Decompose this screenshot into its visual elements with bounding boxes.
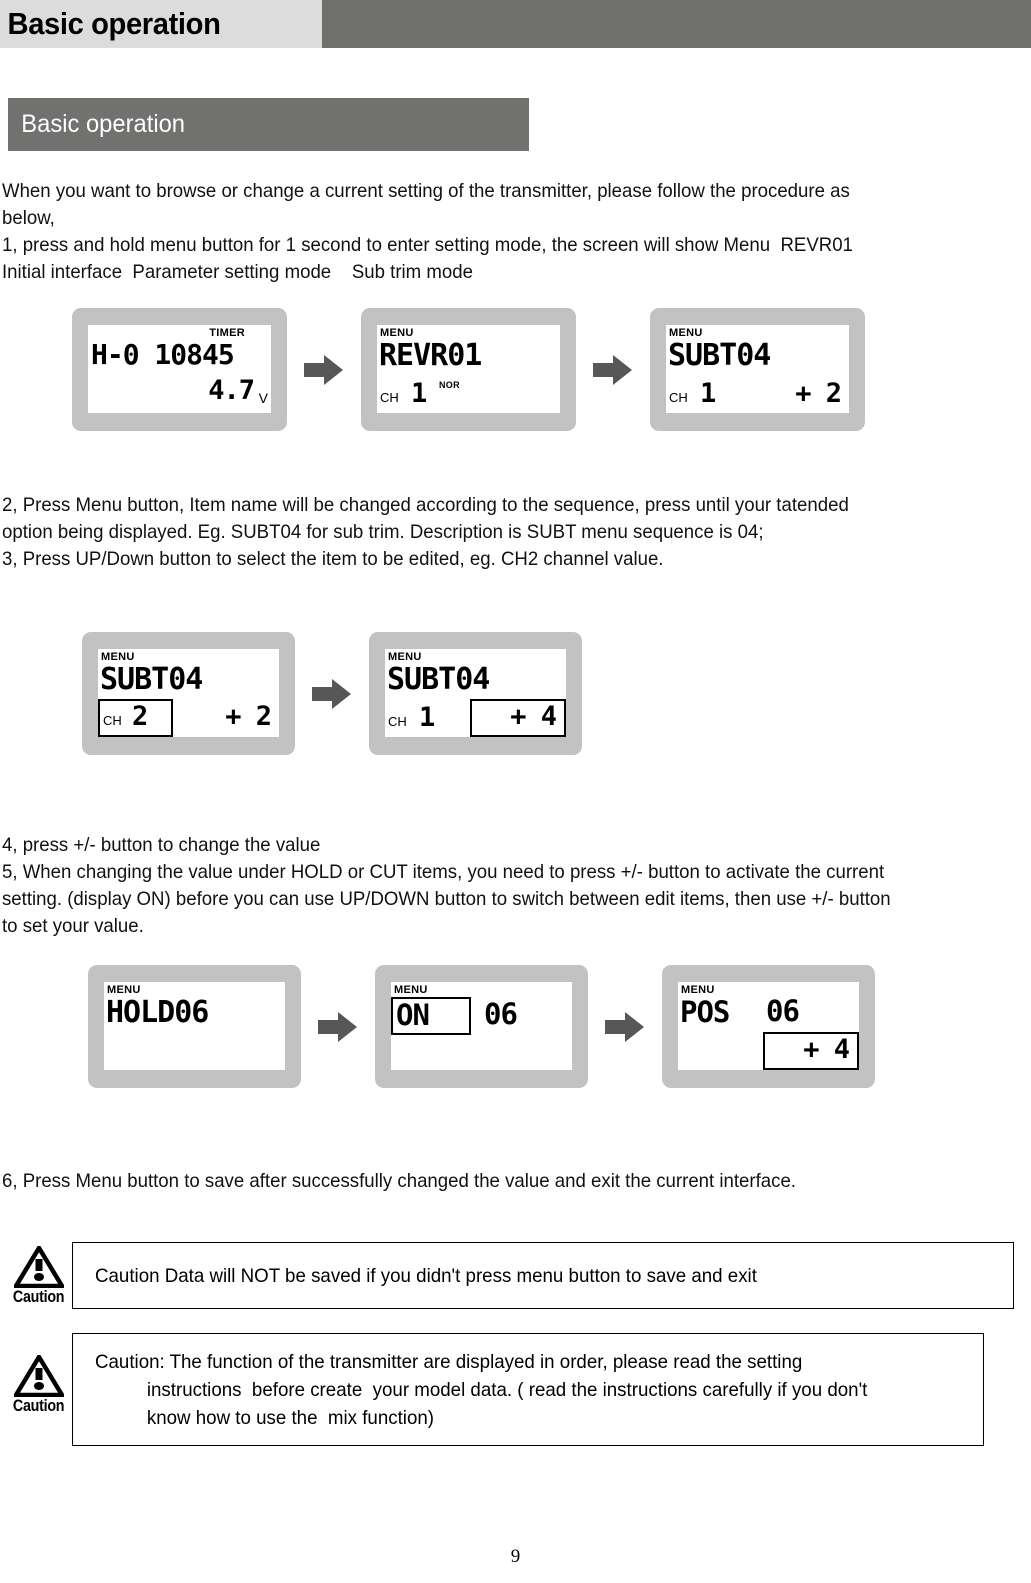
lcd-main-value-timer: H-0 10845 [91, 338, 235, 371]
page-number: 9 [510, 1546, 521, 1567]
warning-triangle-icon [14, 1246, 64, 1288]
lcd-menu-item-revr01: REVR01 [379, 338, 482, 373]
lcd-menu-item-subt04-a: SUBT04 [668, 338, 771, 373]
lcd-menu-item-hold06: HOLD06 [106, 995, 209, 1030]
right-arrow-icon [593, 354, 632, 385]
lcd-menu-number-on06: 06 [484, 997, 518, 1031]
page-title: Basic operation [7, 6, 221, 41]
step45-line-3: setting. (display ON) before you can use… [2, 888, 891, 910]
caution-save-line-1: Caution Data will NOT be saved if you di… [95, 1264, 757, 1287]
caution-text-box-save: Caution Data will NOT be saved if you di… [72, 1242, 1014, 1309]
caution-icon-group: Caution [6, 1242, 72, 1307]
step-6-paragraph: 6, Press Menu button to save after succe… [2, 1168, 976, 1195]
caution-text-order: Caution: The function of the transmitter… [95, 1348, 867, 1432]
lcd-menu-item-subt04-ch2: SUBT04 [100, 662, 203, 697]
caution-order-line-1: Caution: The function of the transmitter… [95, 1350, 803, 1373]
section-heading-bar: Basic operation [8, 98, 529, 151]
step23-line-2: option being displayed. Eg. SUBT04 for s… [2, 521, 764, 543]
lcd-device-subt04-a: MENU SUBT04 CH 1 + 2 [650, 308, 865, 431]
lcd-voltage-unit: V [258, 390, 268, 406]
caution-order-line-2: instructions before create your model da… [146, 1378, 868, 1401]
intro-line-4: Initial interface Parameter setting mode… [2, 261, 473, 283]
step45-line-4: to set your value. [2, 915, 144, 937]
lcd-mode-label-nor: NOR [439, 380, 460, 390]
lcd-menu-number-pos06: 06 [766, 994, 800, 1028]
caution-order-line-3: know how to use the mix function) [146, 1406, 435, 1429]
right-arrow-icon [304, 354, 343, 385]
lcd-device-hold06: MENU HOLD06 [88, 965, 301, 1088]
step-4-5-paragraph: 4, press +/- button to change the value … [2, 832, 976, 940]
arrow-gap-4 [301, 1011, 375, 1043]
intro-line-3: 1, press and hold menu button for 1 seco… [2, 234, 853, 256]
lcd-screen-subt04-ch2: MENU SUBT04 CH 2 + 2 [98, 649, 279, 737]
warning-triangle-icon [14, 1355, 64, 1397]
step45-line-2: 5, When changing the value under HOLD or… [2, 861, 885, 883]
lcd-device-on-06: MENU ON 06 [375, 965, 588, 1088]
step6-line-1: 6, Press Menu button to save after succe… [2, 1170, 796, 1192]
lcd-screen-hold06: MENU HOLD06 [104, 982, 285, 1070]
lcd-pos-value: + 4 [803, 1034, 850, 1065]
lcd-ch-label-subt04-a: CH [669, 390, 688, 405]
lcd-screen-subt04-a: MENU SUBT04 CH 1 + 2 [666, 325, 849, 413]
page-header-title-block: Basic operation [0, 0, 322, 48]
lcd-device-revr01: MENU REVR01 CH 1 NOR [361, 308, 576, 431]
lcd-ch-label-subt04-ch2: CH [103, 713, 122, 728]
lcd-device-pos-06: MENU POS 06 + 4 [662, 965, 875, 1088]
lcd-menu-item-pos: POS [680, 995, 730, 1029]
page-header-bar: Basic operation [0, 0, 1031, 48]
lcd-screen-pos-06: MENU POS 06 + 4 [678, 982, 859, 1070]
section-heading-label: Basic operation [21, 110, 186, 138]
caution-text-save: Caution Data will NOT be saved if you di… [95, 1262, 757, 1290]
lcd-screen-revr01: MENU REVR01 CH 1 NOR [377, 325, 560, 413]
caution-text-box-order: Caution: The function of the transmitter… [72, 1333, 984, 1446]
step-2-3-paragraph: 2, Press Menu button, Item name will be … [2, 492, 976, 573]
lcd-trim-value-subt04-ch2: + 2 [225, 701, 272, 732]
lcd-device-subt04-plus4: MENU SUBT04 CH 1 + 4 [369, 632, 582, 755]
arrow-gap-5 [588, 1011, 662, 1043]
lcd-screen-subt04-plus4: MENU SUBT04 CH 1 + 4 [385, 649, 566, 737]
lcd-trim-value-subt04-plus4: + 4 [510, 701, 557, 732]
lcd-ch-label-revr01: CH [380, 390, 399, 405]
caution-block-order: Caution Caution: The function of the tra… [6, 1333, 984, 1446]
lcd-sequence-row-initial: TIMER H-0 10845 4.7 V MENU REVR01 CH 1 N… [72, 308, 865, 431]
caution-icon-group: Caution [6, 1333, 72, 1416]
lcd-voltage-value: 4.7 [208, 375, 255, 406]
lcd-device-subt04-ch2: MENU SUBT04 CH 2 + 2 [82, 632, 295, 755]
lcd-sequence-row-hold: MENU HOLD06 MENU ON 06 MENU POS 06 + 4 [88, 965, 875, 1088]
lcd-screen-timer: TIMER H-0 10845 4.7 V [88, 325, 271, 413]
lcd-ch-label-subt04-plus4: CH [388, 714, 407, 729]
lcd-trim-value-subt04-a: + 2 [795, 378, 842, 409]
right-arrow-icon [312, 678, 351, 709]
lcd-screen-on-06: MENU ON 06 [391, 982, 572, 1070]
lcd-ch-value-subt04-a: 1 [700, 378, 716, 409]
intro-paragraph: When you want to browse or change a curr… [2, 178, 976, 286]
lcd-ch-value-subt04-plus4: 1 [419, 702, 435, 733]
caution-icon-label: Caution [13, 1396, 65, 1415]
step23-line-1: 2, Press Menu button, Item name will be … [2, 494, 849, 516]
right-arrow-icon [605, 1011, 644, 1042]
arrow-gap-2 [576, 354, 650, 386]
lcd-sequence-row-select: MENU SUBT04 CH 2 + 2 MENU SUBT04 CH 1 + … [82, 632, 582, 755]
step23-line-3: 3, Press UP/Down button to select the it… [2, 548, 664, 570]
arrow-gap-3 [295, 678, 369, 710]
lcd-on-state-value: ON [396, 998, 430, 1032]
intro-line-1: When you want to browse or change a curr… [2, 180, 850, 202]
lcd-menu-item-subt04-plus4: SUBT04 [387, 662, 490, 697]
lcd-tag-menu-on06: MENU [394, 984, 428, 996]
intro-line-2: below, [2, 207, 55, 229]
arrow-gap-1 [287, 354, 361, 386]
lcd-ch-value-subt04-ch2: 2 [132, 701, 148, 732]
lcd-device-timer: TIMER H-0 10845 4.7 V [72, 308, 287, 431]
step45-line-1: 4, press +/- button to change the value [2, 834, 321, 856]
caution-icon-label: Caution [13, 1287, 65, 1306]
caution-block-save: Caution Caution Data will NOT be saved i… [6, 1242, 1014, 1309]
right-arrow-icon [318, 1011, 357, 1042]
lcd-ch-value-revr01: 1 [411, 378, 427, 409]
